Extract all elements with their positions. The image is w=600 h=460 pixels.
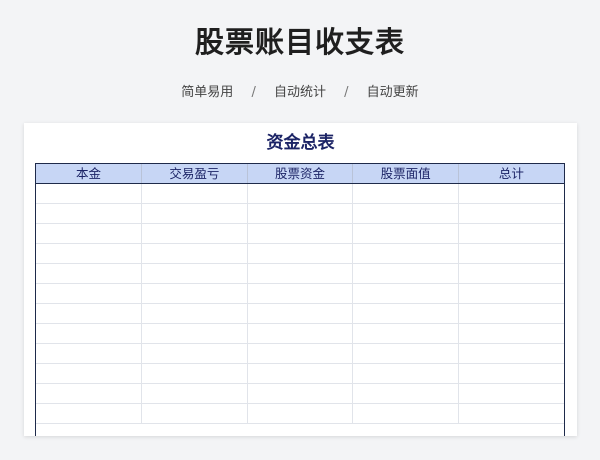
table-cell[interactable] [458, 303, 564, 324]
table-cell[interactable] [141, 183, 248, 204]
table-cell[interactable] [352, 303, 459, 324]
table-cell[interactable] [36, 183, 143, 204]
table-cell[interactable] [247, 223, 354, 244]
sheet-title: 资金总表 [266, 133, 335, 153]
table-cell[interactable] [458, 403, 564, 424]
table-row [36, 363, 564, 384]
column-header-total: 总计 [458, 164, 564, 184]
column-header-stock-face-value: 股票面值 [352, 164, 459, 184]
table-cell[interactable] [36, 283, 143, 304]
table-row [36, 223, 564, 244]
table-cell[interactable] [141, 383, 248, 404]
table-cell[interactable] [247, 203, 354, 224]
table-cell[interactable] [141, 343, 248, 364]
table-cell[interactable] [36, 263, 143, 284]
table-row [36, 283, 564, 304]
table-cell[interactable] [36, 383, 143, 404]
table-cell[interactable] [458, 263, 564, 284]
table-cell[interactable] [141, 403, 248, 424]
table-cell[interactable] [352, 403, 459, 424]
table-row [36, 343, 564, 364]
table-cell[interactable] [458, 343, 564, 364]
table-cell[interactable] [36, 223, 143, 244]
table-cell[interactable] [141, 223, 248, 244]
column-header-stock-funds: 股票资金 [247, 164, 354, 184]
table-row [36, 403, 564, 424]
table-cell[interactable] [458, 243, 564, 264]
table-cell[interactable] [247, 323, 354, 344]
feature-easy-to-use: 简单易用 [181, 85, 234, 100]
column-header-trading-profit-loss: 交易盈亏 [141, 164, 248, 184]
table-cell[interactable] [247, 363, 354, 384]
feature-auto-update: 自动更新 [366, 85, 419, 100]
table-cell[interactable] [247, 183, 354, 204]
table-cell[interactable] [458, 183, 564, 204]
table-cell[interactable] [36, 323, 143, 344]
table-cell[interactable] [458, 363, 564, 384]
separator: / [344, 85, 349, 100]
table-row [36, 243, 564, 264]
table-cell[interactable] [458, 323, 564, 344]
table-cell[interactable] [352, 383, 459, 404]
table-row [36, 183, 564, 204]
table-cell[interactable] [141, 203, 248, 224]
table-cell[interactable] [352, 263, 459, 284]
table-cell[interactable] [247, 283, 354, 304]
spreadsheet-preview: 资金总表 本金 交易盈亏 股票资金 股票面值 总计 [24, 123, 577, 436]
table-cell[interactable] [36, 243, 143, 264]
table-row [36, 303, 564, 324]
table-cell[interactable] [247, 263, 354, 284]
table-cell[interactable] [458, 203, 564, 224]
table-cell[interactable] [36, 403, 143, 424]
table-cell[interactable] [36, 343, 143, 364]
table-cell[interactable] [352, 183, 459, 204]
table-cell[interactable] [141, 363, 248, 384]
table-cell[interactable] [247, 343, 354, 364]
table-row [36, 203, 564, 224]
feature-tagline: 简单易用 / 自动统计 / 自动更新 [0, 84, 600, 102]
feature-auto-statistics: 自动统计 [273, 85, 326, 100]
table-row [36, 323, 564, 344]
table-cell[interactable] [36, 203, 143, 224]
table-row [36, 263, 564, 284]
table-cell[interactable] [247, 303, 354, 324]
table-cell[interactable] [247, 403, 354, 424]
table-cell[interactable] [141, 243, 248, 264]
table-cell[interactable] [247, 383, 354, 404]
table-cell[interactable] [352, 363, 459, 384]
table-cell[interactable] [141, 303, 248, 324]
table-cell[interactable] [352, 343, 459, 364]
table-cell[interactable] [141, 283, 248, 304]
table-cell[interactable] [352, 243, 459, 264]
table-body [36, 183, 564, 424]
table-cell[interactable] [352, 283, 459, 304]
table-cell[interactable] [352, 323, 459, 344]
table-cell[interactable] [141, 323, 248, 344]
separator: / [251, 85, 256, 100]
table-cell[interactable] [458, 283, 564, 304]
table-cell[interactable] [352, 223, 459, 244]
table-row [36, 383, 564, 404]
table-cell[interactable] [352, 203, 459, 224]
table-cell[interactable] [36, 363, 143, 384]
summary-table: 本金 交易盈亏 股票资金 股票面值 总计 [35, 163, 565, 436]
column-header-principal: 本金 [36, 164, 143, 184]
table-cell[interactable] [141, 263, 248, 284]
table-cell[interactable] [458, 223, 564, 244]
table-cell[interactable] [458, 383, 564, 404]
table-cell[interactable] [36, 303, 143, 324]
page-title: 股票账目收支表 [194, 25, 405, 59]
table-header-row: 本金 交易盈亏 股票资金 股票面值 总计 [36, 164, 564, 184]
table-cell[interactable] [247, 243, 354, 264]
